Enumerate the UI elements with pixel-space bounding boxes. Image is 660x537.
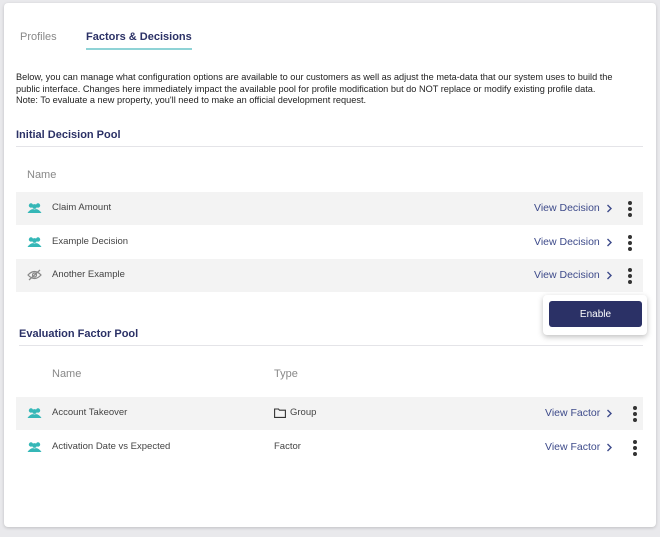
section-divider (16, 146, 643, 147)
factor-name: Activation Date vs Expected (52, 441, 171, 452)
factor-type: Factor (274, 441, 301, 452)
factor-name: Account Takeover (52, 407, 128, 418)
tab-profiles[interactable]: Profiles (20, 31, 57, 48)
view-decision-link[interactable]: View Decision (534, 269, 613, 281)
decision-name: Another Example (52, 269, 125, 280)
factor-type-label: Group (290, 407, 317, 418)
section-divider (19, 345, 643, 346)
enable-button[interactable]: Enable (549, 301, 642, 327)
factor-type-header: Type (274, 368, 298, 380)
view-decision-label: View Decision (534, 236, 600, 248)
eye-off-icon (27, 269, 42, 281)
chevron-right-icon (607, 409, 613, 417)
view-factor-label: View Factor (545, 441, 601, 453)
description-line: Note: To evaluate a new property, you'll… (16, 95, 367, 105)
description-line: public interface. Changes here immediate… (16, 83, 596, 94)
people-icon (27, 441, 42, 453)
view-factor-link[interactable]: View Factor (545, 407, 613, 419)
view-factor-label: View Factor (545, 407, 601, 419)
decision-pool-title: Initial Decision Pool (16, 129, 121, 141)
people-icon (27, 202, 42, 214)
folder-icon (274, 407, 286, 418)
factor-row[interactable]: Account Takeover Group View Factor (16, 397, 643, 430)
view-decision-link[interactable]: View Decision (534, 236, 613, 248)
main-card: Profiles Factors & Decisions Below, you … (4, 3, 656, 527)
chevron-right-icon (606, 238, 612, 246)
factor-type: Group (274, 407, 316, 418)
factor-row[interactable]: Activation Date vs Expected Factor View … (16, 431, 643, 464)
people-icon (27, 407, 42, 419)
more-options-icon[interactable] (627, 235, 633, 251)
view-decision-link[interactable]: View Decision (534, 202, 613, 214)
people-icon (27, 236, 42, 248)
decision-name: Example Decision (52, 236, 129, 247)
chevron-right-icon (607, 443, 613, 451)
description-line: Below, you can manage what configuration… (16, 72, 613, 82)
more-options-icon[interactable] (632, 440, 638, 456)
factor-pool-title: Evaluation Factor Pool (19, 328, 139, 340)
decision-row[interactable]: Another Example View Decision (16, 259, 643, 292)
more-options-icon[interactable] (632, 406, 638, 422)
chevron-right-icon (606, 204, 612, 212)
decision-row[interactable]: Example Decision View Decision (16, 226, 643, 259)
factor-name-header: Name (52, 368, 82, 380)
decision-name-header: Name (27, 169, 57, 181)
decision-row[interactable]: Claim Amount View Decision (16, 192, 643, 225)
tab-factors-decisions[interactable]: Factors & Decisions (86, 31, 192, 50)
page-description: Below, you can manage what configuration… (16, 72, 646, 107)
factor-type-label: Factor (274, 441, 301, 452)
view-factor-link[interactable]: View Factor (545, 441, 613, 453)
more-options-icon[interactable] (627, 201, 633, 217)
view-decision-label: View Decision (534, 202, 600, 214)
more-options-icon[interactable] (627, 268, 633, 284)
chevron-right-icon (606, 271, 612, 279)
view-decision-label: View Decision (534, 269, 600, 281)
row-options-popover: Enable (543, 295, 647, 335)
decision-name: Claim Amount (52, 202, 112, 213)
